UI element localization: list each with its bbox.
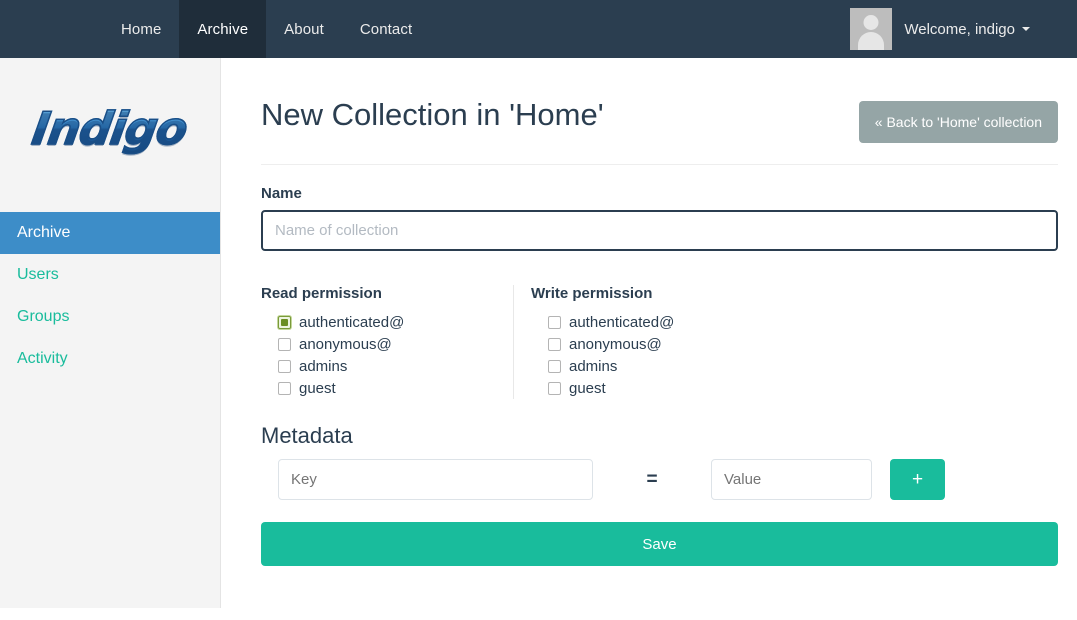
sidebar-nav: Archive Users Groups Activity [0,212,220,380]
write-permission-option-admins[interactable]: admins [548,355,765,377]
back-to-collection-button[interactable]: « Back to 'Home' collection [858,101,1058,143]
write-permission-option-label: guest [569,379,606,397]
read-permission-option-admins[interactable]: admins [278,355,513,377]
sidebar-item-groups[interactable]: Groups [0,296,220,338]
read-permission-option-label: authenticated@ [299,313,405,331]
primary-nav: Home Archive About Contact [103,0,430,58]
metadata-title: Metadata [261,423,353,448]
write-permission-title: Write permission [531,285,653,302]
checkbox-icon[interactable] [548,381,561,395]
read-permission-option-authenticated[interactable]: authenticated@ [278,311,513,333]
logo[interactable]: Indigo [0,58,220,198]
nav-item-home[interactable]: Home [103,0,179,58]
sidebar-item-activity[interactable]: Activity [0,338,220,380]
checkbox-checked-icon[interactable] [278,315,291,329]
add-metadata-button[interactable]: + [890,459,945,500]
write-permission-option-label: anonymous@ [569,335,662,353]
metadata-key-input[interactable] [278,459,593,500]
read-permission-option-label: anonymous@ [299,335,392,353]
sidebar-item-users[interactable]: Users [0,254,220,296]
write-permission-list: authenticated@ anonymous@ admins guest [531,311,765,399]
metadata-row: = + [261,459,1058,500]
welcome-label: Welcome, indigo [904,20,1015,38]
read-permission-list: authenticated@ anonymous@ admins guest [261,311,513,399]
sidebar: Indigo Archive Users Groups Activity [0,58,221,608]
read-permission-option-label: admins [299,357,348,375]
main-content: New Collection in 'Home' « Back to 'Home… [221,58,1077,620]
sidebar-item-archive[interactable]: Archive [0,212,220,254]
avatar [850,8,893,50]
logo-text: Indigo [25,101,195,156]
page-title: New Collection in 'Home' [261,97,604,132]
write-permission-option-label: admins [569,357,618,375]
page-header: New Collection in 'Home' « Back to 'Home… [221,58,1077,143]
write-permission-option-guest[interactable]: guest [548,377,765,399]
user-menu[interactable]: Welcome, indigo [850,0,1077,58]
user-menu-toggle[interactable]: Welcome, indigo [904,21,1030,38]
write-permission-option-label: authenticated@ [569,313,675,331]
new-collection-form: Name Read permission authenticated@ anon… [221,185,1077,566]
nav-item-contact[interactable]: Contact [342,0,430,58]
save-button[interactable]: Save [261,522,1058,566]
read-permission-option-anonymous[interactable]: anonymous@ [278,333,513,355]
avatar-head-icon [863,15,879,30]
read-permission-column: Read permission authenticated@ anonymous… [261,285,513,399]
caret-down-icon [1022,27,1030,31]
header-divider [261,164,1058,165]
checkbox-icon[interactable] [548,337,561,351]
metadata-value-input[interactable] [711,459,872,500]
checkbox-icon[interactable] [278,381,291,395]
read-permission-option-label: guest [299,379,336,397]
avatar-body-icon [858,32,885,50]
name-input[interactable] [261,210,1058,251]
checkbox-icon[interactable] [278,337,291,351]
read-permission-title: Read permission [261,285,382,302]
write-permission-option-anonymous[interactable]: anonymous@ [548,333,765,355]
read-permission-option-guest[interactable]: guest [278,377,513,399]
metadata-equals-label: = [646,468,658,490]
top-navbar: Home Archive About Contact Welcome, indi… [0,0,1077,58]
nav-item-archive[interactable]: Archive [179,0,267,58]
checkbox-icon[interactable] [548,359,561,373]
nav-item-about[interactable]: About [266,0,342,58]
name-label: Name [261,185,302,202]
checkbox-icon[interactable] [548,315,561,329]
write-permission-column: Write permission authenticated@ anonymou… [513,285,765,399]
permissions-row: Read permission authenticated@ anonymous… [261,285,1058,399]
write-permission-option-authenticated[interactable]: authenticated@ [548,311,765,333]
checkbox-icon[interactable] [278,359,291,373]
